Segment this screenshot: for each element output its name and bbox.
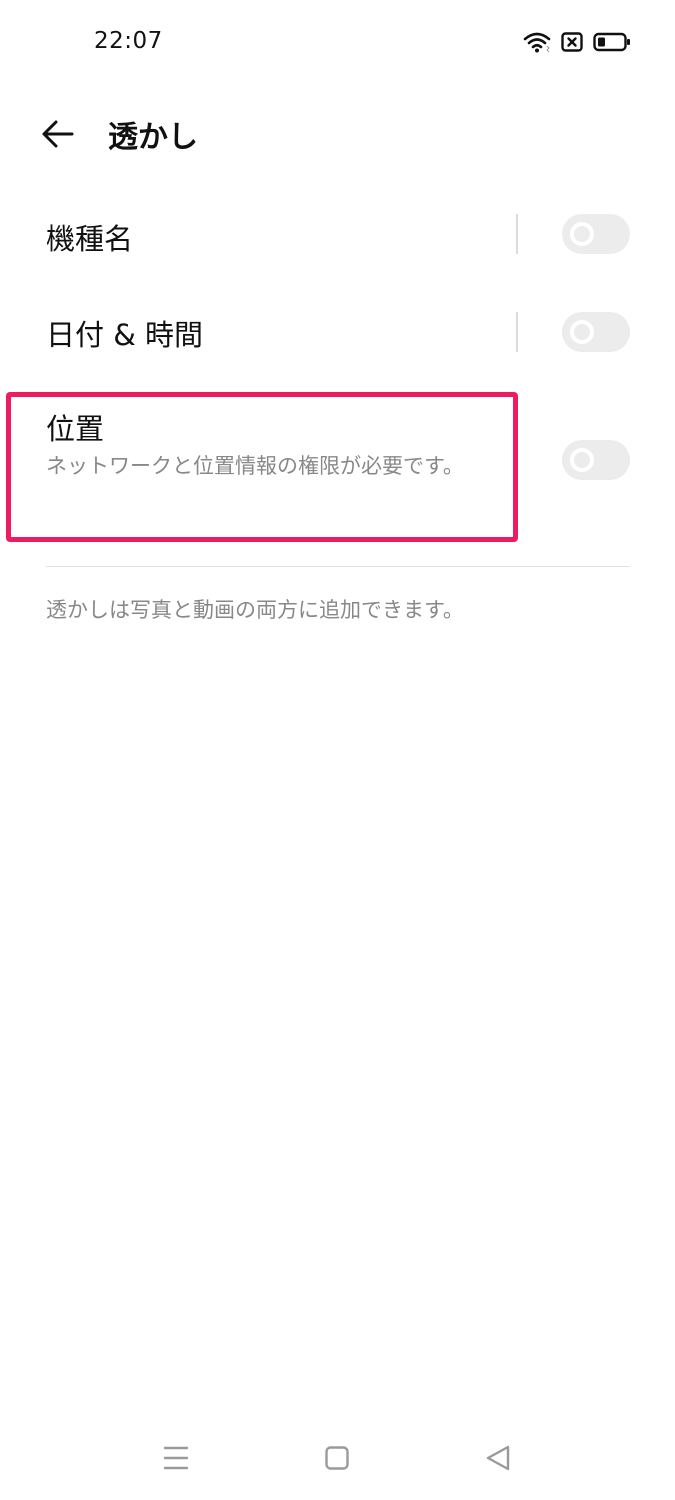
back-triangle-icon [478,1445,518,1482]
setting-row-model-name[interactable]: 機種名 [0,196,675,276]
model-name-toggle[interactable] [562,214,630,254]
home-icon [317,1446,357,1482]
status-bar: 22:07 [0,0,675,86]
menu-icon [156,1446,196,1482]
row-divider [516,214,518,254]
nav-home-button[interactable] [317,1438,357,1478]
row-divider [516,440,518,480]
back-button[interactable] [36,112,80,156]
setting-label-model-name: 機種名 [46,222,134,256]
row-divider [516,312,518,352]
toggle-knob [570,320,594,344]
status-time: 22:07 [94,28,163,54]
setting-subtitle-location: ネットワークと位置情報の権限が必要です。 [46,454,464,478]
battery-icon [593,32,631,52]
no-sim-icon [561,32,583,52]
setting-row-location[interactable]: 位置 ネットワークと位置情報の権限が必要です。 [0,398,675,528]
toggle-knob [570,222,594,246]
status-icons [523,31,631,53]
nav-back-button[interactable] [478,1438,518,1478]
location-toggle[interactable] [562,440,630,480]
toggle-knob [570,448,594,472]
date-time-toggle[interactable] [562,312,630,352]
setting-label-location: 位置 [46,412,105,446]
wifi-icon [523,31,551,53]
nav-menu-button[interactable] [156,1438,196,1478]
app-header: 透かし [0,96,675,172]
arrow-left-icon [36,120,80,160]
navigation-bar [0,1428,675,1488]
footnote-text: 透かしは写真と動画の両方に追加できます。 [46,598,464,622]
setting-row-date-time[interactable]: 日付 & 時間 [0,292,675,372]
setting-label-date-time: 日付 & 時間 [46,318,204,352]
page-title: 透かし [108,120,198,155]
section-divider [46,566,630,567]
